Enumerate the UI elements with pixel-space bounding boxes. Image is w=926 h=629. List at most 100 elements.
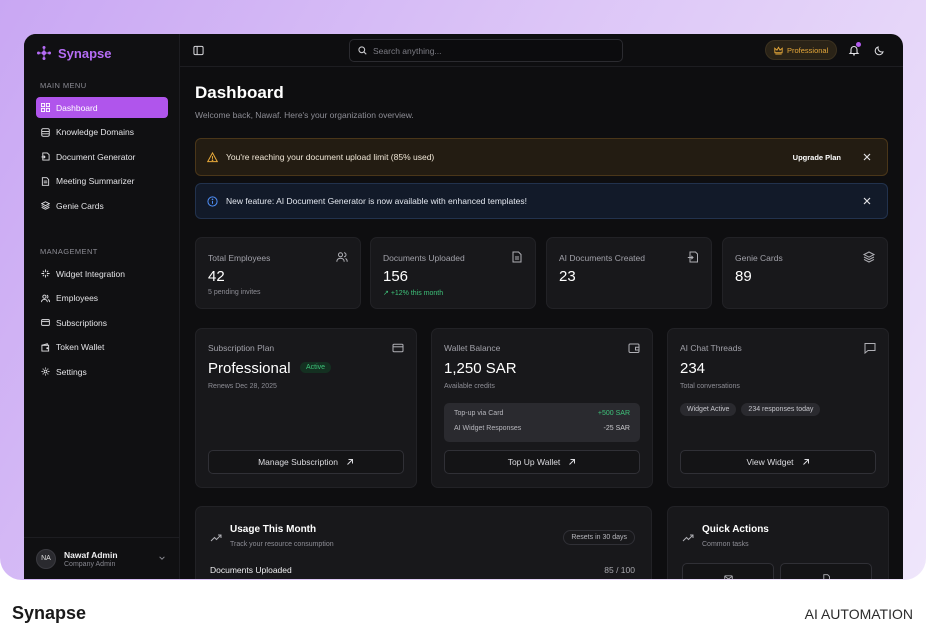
sidebar-item-meeting-summarizer[interactable]: Meeting Summarizer (36, 171, 168, 192)
sidebar-item-employees[interactable]: Employees (36, 288, 168, 309)
credit-card-icon (392, 343, 404, 353)
file-text-icon (41, 176, 50, 186)
close-icon[interactable] (863, 197, 871, 205)
stat-card-genie-cards[interactable]: Genie Cards 89 (722, 237, 888, 309)
chat-sub: Total conversations (680, 383, 740, 390)
wallet-sub: Available credits (444, 383, 495, 390)
widget-status-chip: Widget Active (680, 403, 737, 416)
sidebar-item-subscriptions[interactable]: Subscriptions (36, 312, 168, 333)
page-subtitle: Welcome back, Nawaf. Here's your organiz… (195, 110, 414, 120)
usage-subtitle: Track your resource consumption (230, 541, 334, 548)
stat-label: Genie Cards (735, 253, 783, 263)
recent-transactions: Top-up via Card +500 SAR AI Widget Respo… (444, 403, 640, 442)
wallet-icon (41, 342, 50, 352)
arrow-up-right-icon (569, 459, 576, 465)
credit-card-icon (41, 319, 50, 326)
stat-trend: ↗ +12% this month (383, 290, 444, 297)
main-content: Dashboard Welcome back, Nawaf. Here's yo… (180, 67, 903, 579)
file-export-icon (41, 152, 50, 161)
avatar: NA (36, 548, 56, 569)
stat-sub: 5 pending invites (208, 289, 261, 296)
topbar: Professional (180, 34, 903, 67)
warning-icon (207, 151, 218, 162)
trend-up-icon (210, 534, 222, 542)
sidebar-item-token-wallet[interactable]: Token Wallet (36, 337, 168, 358)
sidebar-item-settings[interactable]: Settings (36, 361, 168, 382)
synapse-logo-icon (37, 46, 51, 60)
upload-limit-alert: You're reaching your document upload lim… (195, 138, 888, 176)
sidebar-item-knowledge-domains[interactable]: Knowledge Domains (36, 122, 168, 143)
info-icon (207, 195, 218, 207)
file-icon (512, 251, 522, 263)
transaction-row: Top-up via Card +500 SAR (454, 410, 630, 417)
top-up-wallet-button[interactable]: Top Up Wallet (444, 450, 640, 474)
plan-badge[interactable]: Professional (765, 40, 838, 60)
stat-card-employees[interactable]: Total Employees 42 5 pending invites (195, 237, 361, 309)
gear-icon (41, 367, 50, 376)
quick-actions-title: Quick Actions (702, 524, 769, 535)
user-name: Nawaf Admin (64, 549, 118, 560)
sidebar-toggle-icon[interactable] (193, 45, 204, 56)
users-icon (41, 294, 50, 302)
brand[interactable]: Synapse (36, 45, 111, 61)
sidebar-item-widget-integration[interactable]: Widget Integration (36, 263, 168, 284)
manage-subscription-button[interactable]: Manage Subscription (208, 450, 404, 474)
stat-value: 42 (208, 268, 225, 285)
sidebar-item-document-generator[interactable]: Document Generator (36, 146, 168, 167)
chat-threads-card: AI Chat Threads 234 Total conversations … (667, 328, 889, 488)
arrow-up-right-icon (802, 459, 809, 465)
view-widget-button[interactable]: View Widget (680, 450, 876, 474)
renewal-date: Renews Dec 28, 2025 (208, 383, 277, 390)
main-menu-label: MAIN MENU (40, 81, 87, 90)
close-icon[interactable] (863, 153, 871, 161)
button-label: View Widget (746, 457, 794, 467)
brand-name: Synapse (58, 45, 112, 61)
chat-count: 234 (680, 360, 706, 377)
sidebar: Synapse MAIN MENU Dashboard Knowledge Do… (24, 34, 180, 579)
quick-action-button[interactable] (780, 563, 872, 579)
moon-icon[interactable] (874, 45, 885, 56)
user-role: Company Admin (64, 560, 116, 568)
chevron-down-icon (159, 556, 165, 560)
upgrade-plan-button[interactable]: Upgrade Plan (793, 153, 841, 162)
layers-icon (863, 251, 875, 263)
users-icon (336, 252, 348, 262)
button-label: Manage Subscription (258, 457, 338, 467)
quick-action-button[interactable] (682, 563, 774, 579)
plan-label: Professional (787, 45, 829, 55)
transaction-label: AI Widget Responses (454, 425, 522, 432)
transaction-label: Top-up via Card (454, 410, 504, 417)
user-menu[interactable]: NA Nawaf Admin Company Admin (24, 537, 180, 579)
sidebar-item-dashboard[interactable]: Dashboard (36, 97, 168, 118)
search-input[interactable] (373, 45, 613, 56)
search-bar[interactable] (349, 39, 623, 62)
stat-card-documents[interactable]: Documents Uploaded 156 ↗ +12% this month (370, 237, 536, 309)
grid-icon (41, 103, 50, 112)
wallet-icon (628, 343, 640, 353)
quick-actions-subtitle: Common tasks (702, 541, 749, 548)
stat-card-ai-documents[interactable]: AI Documents Created 23 (546, 237, 712, 309)
user-info: Nawaf Admin Company Admin (64, 550, 118, 568)
crown-icon (774, 45, 783, 55)
stat-value: 23 (559, 268, 576, 285)
stat-label: AI Documents Created (559, 253, 645, 263)
card-label: AI Chat Threads (680, 343, 742, 353)
chat-chips: Widget Active 234 responses today (680, 403, 821, 416)
search-icon (358, 46, 367, 55)
alert-text: You're reaching your document upload lim… (226, 152, 435, 162)
sidebar-item-label: Settings (56, 366, 87, 377)
page-title: Dashboard (195, 83, 284, 102)
sidebar-item-label: Knowledge Domains (56, 127, 134, 137)
stat-label: Total Employees (208, 253, 271, 263)
sidebar-item-label: Subscriptions (56, 317, 108, 328)
sidebar-item-label: Genie Cards (56, 200, 104, 211)
sidebar-item-genie-cards[interactable]: Genie Cards (36, 195, 168, 216)
footer-brand: Synapse (12, 603, 87, 623)
card-label: Subscription Plan (208, 343, 275, 353)
main-menu: Dashboard Knowledge Domains Document Gen… (36, 97, 168, 220)
resets-badge: Resets in 30 days (563, 530, 635, 545)
wallet-balance: 1,250 SAR (444, 360, 517, 377)
file-export-icon (687, 251, 698, 263)
database-icon (41, 127, 50, 137)
puzzle-icon (41, 269, 50, 278)
